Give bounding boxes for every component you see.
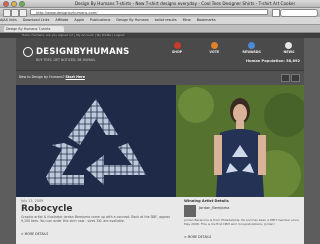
browser-toolbar: http://www.designbyhumans.com/ [0,8,320,17]
start-here-prompt: New to Design by Humans? Start Here [19,75,85,79]
nav-label: REWARDS [242,50,261,54]
release-date: July 13, 2009 [21,199,44,203]
bookmark-item[interactable]: Publications [90,18,110,22]
bookmark-item[interactable]: Download Links [23,18,50,22]
pager-prev-button[interactable] [281,74,290,82]
main-nav: SHOP VOTE REWARDS NEWS [164,42,302,54]
minimize-window-button[interactable] [11,1,17,7]
nav-item-vote[interactable]: VOTE [201,42,227,54]
google-icon[interactable] [272,9,280,17]
logo-ring-icon [23,47,33,57]
forward-button[interactable] [11,9,19,17]
reload-button[interactable] [19,9,27,17]
product-description: Graphic artist & illustrator Jordan Bere… [21,215,171,223]
nav-label: NEWS [283,50,295,54]
back-button[interactable] [3,9,11,17]
pager-next-button[interactable] [291,74,300,82]
web-page: Hello, Humans, are you signed in? | My A… [0,33,320,244]
bookmark-item[interactable]: Bookmarks [197,18,216,22]
bookmark-item[interactable]: Apple [74,18,84,22]
nav-label: SHOP [171,50,183,54]
bookmark-item[interactable]: Affiliate [55,18,68,22]
tab-bar: Design By Humans T-shirts [0,25,320,33]
bookmarks-bar: AJAX links Download Links Affiliate Apple Pu… [0,17,320,25]
zoom-window-button[interactable] [19,1,25,7]
close-window-button[interactable] [3,1,9,7]
window-title: Design By Humans T-shirts - New T-shirt … [74,1,296,6]
start-here-link[interactable]: Start Here [66,75,85,79]
subnav-bar: New to Design by Humans? Start Here [16,70,304,85]
nav-item-shop[interactable]: SHOP [164,42,190,54]
news-icon [285,42,293,49]
window-titlebar: Design By Humans T-shirts - New T-shirt … [0,0,320,8]
model-photo[interactable] [176,85,304,197]
bookmark-item[interactable]: AJAX links [0,18,17,22]
nav-item-news[interactable]: NEWS [276,42,302,54]
site-header: DESIGNBYHUMANS BUY TEES. GET NOTICED. BE… [16,38,304,70]
hero-showcase [16,85,304,197]
product-more-details-link[interactable]: > MORE DETAILS [21,232,48,236]
tab-design-by-humans[interactable]: Design By Humans T-shirts [4,26,64,32]
product-title: Robocycle [21,204,73,214]
nav-label: VOTE [209,50,220,54]
vote-icon [210,42,218,49]
tagline: BUY TEES. GET NOTICED. BE HUMAN. [36,58,96,62]
artist-name[interactable]: Jordan_Berejoma [199,206,229,210]
bookmark-item[interactable]: ballot results [155,18,177,22]
artist-more-details-link[interactable]: > MORE DETAILS [184,235,211,239]
artist-heading: Winning Artist Details [184,199,229,203]
search-field[interactable] [280,9,318,17]
product-details: July 13, 2009 Robocycle Graphic artist &… [16,197,304,244]
recycle-symbol-icon [46,99,146,185]
artist-avatar[interactable] [184,205,196,217]
bookmark-item[interactable]: Design By Humans [116,18,148,22]
site-logo[interactable]: DESIGNBYHUMANS [23,47,130,57]
recycle-design-artwork[interactable] [16,85,176,197]
population-counter: Human Population: 58,692 [246,59,300,63]
bookmark-item[interactable]: Mine [183,18,191,22]
shop-icon [173,42,181,49]
pager [281,74,300,82]
artist-description: Jordan Berejoma is from Philadelphia, PA… [184,218,299,226]
address-bar[interactable]: http://www.designbyhumans.com/ [30,9,268,15]
model-wearing-shirt-icon [176,85,304,197]
rewards-icon [248,42,256,49]
nav-item-rewards[interactable]: REWARDS [239,42,265,54]
